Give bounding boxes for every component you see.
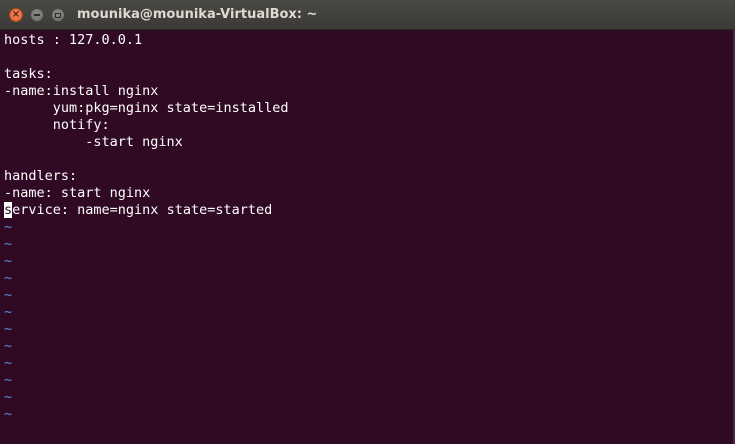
window-title: mounika@mounika-VirtualBox: ~ (77, 7, 318, 22)
editor-line: -name:install nginx (4, 83, 159, 99)
empty-line-tilde: ~ (4, 270, 13, 286)
empty-line-tilde: ~ (4, 338, 13, 354)
minimize-icon (34, 14, 40, 16)
editor-line: hosts : 127.0.0.1 (4, 32, 143, 48)
minimize-button[interactable] (30, 8, 44, 22)
editor-line: handlers: (4, 168, 78, 184)
terminal-window: × mounika@mounika-VirtualBox: ~ hosts : … (0, 0, 735, 444)
maximize-button[interactable] (51, 8, 65, 22)
empty-line-tilde: ~ (4, 406, 13, 422)
title-bar[interactable]: × mounika@mounika-VirtualBox: ~ (0, 0, 735, 30)
maximize-icon (55, 12, 61, 18)
editor-line-cursor: service: name=nginx state=started (4, 202, 272, 219)
close-button[interactable]: × (9, 8, 23, 22)
text-cursor: s (4, 202, 13, 218)
cursor-line-text: ervice: name=nginx state=started (12, 202, 273, 218)
empty-line-tilde: ~ (4, 389, 13, 405)
empty-line-tilde: ~ (4, 304, 13, 320)
editor-line: notify: (4, 117, 110, 133)
close-icon: × (11, 9, 21, 20)
empty-line-tilde: ~ (4, 287, 13, 303)
editor-line: -name: start nginx (4, 185, 151, 201)
editor-line: yum:pkg=nginx state=installed (4, 100, 289, 116)
editor-line: -start nginx (4, 134, 183, 150)
editor-line: tasks: (4, 66, 53, 82)
terminal-content[interactable]: hosts : 127.0.0.1 tasks: -name:install ngi… (0, 30, 735, 444)
empty-line-tilde: ~ (4, 253, 13, 269)
empty-line-tilde: ~ (4, 355, 13, 371)
empty-line-tilde: ~ (4, 236, 13, 252)
empty-line-tilde: ~ (4, 321, 13, 337)
empty-line-tilde: ~ (4, 219, 13, 235)
empty-line-tilde: ~ (4, 372, 13, 388)
